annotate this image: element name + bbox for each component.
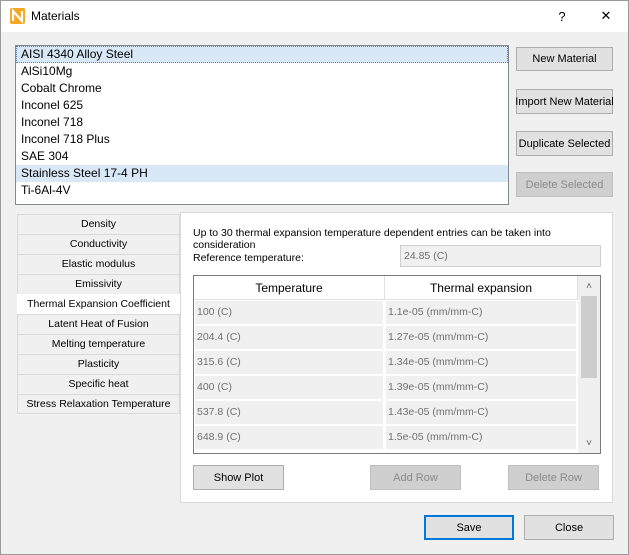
expansion-cell[interactable]: 1.5e-05 (mm/mm-C) [385,425,578,450]
show-plot-button[interactable]: Show Plot [193,465,284,490]
table-body: 100 (C) 1.1e-05 (mm/mm-C) 204.4 (C) 1.27… [194,300,578,450]
table-scrollbar[interactable]: ˄ ˅ [578,276,600,453]
table-row: 400 (C) 1.39e-05 (mm/mm-C) [194,375,578,400]
close-window-button[interactable]: ✕ [584,1,628,31]
help-button[interactable]: ? [540,1,584,31]
temperature-cell[interactable]: 537.8 (C) [194,400,385,425]
column-header-thermal-expansion[interactable]: Thermal expansion [385,276,578,300]
column-header-temperature[interactable]: Temperature [194,276,385,300]
reference-temperature-field[interactable]: 24.85 (C) [400,245,601,267]
temperature-cell[interactable]: 648.9 (C) [194,425,385,450]
material-item[interactable]: SAE 304 [16,148,508,165]
scroll-thumb[interactable] [581,296,597,378]
thermal-expansion-panel: Up to 30 thermal expansion temperature d… [180,212,613,503]
material-item[interactable]: AlSi10Mg [16,63,508,80]
temperature-cell[interactable]: 315.6 (C) [194,350,385,375]
new-material-button[interactable]: New Material [516,47,613,71]
app-logo-icon [10,8,25,24]
property-list: Density Conductivity Elastic modulus Emi… [17,214,180,414]
temperature-cell[interactable]: 400 (C) [194,375,385,400]
material-item[interactable]: Inconel 625 [16,97,508,114]
property-tab-elastic-modulus[interactable]: Elastic modulus [17,254,180,274]
property-tab-stress-relaxation[interactable]: Stress Relaxation Temperature [17,394,180,414]
add-row-button[interactable]: Add Row [370,465,461,490]
save-button[interactable]: Save [424,515,514,540]
property-tab-density[interactable]: Density [17,214,180,234]
scroll-down-arrow-icon[interactable]: ˅ [578,435,600,452]
property-tab-thermal-expansion[interactable]: Thermal Expansion Coefficient [17,294,180,314]
material-list[interactable]: AISI 4340 Alloy Steel AlSi10Mg Cobalt Ch… [15,45,509,205]
expansion-cell[interactable]: 1.1e-05 (mm/mm-C) [385,300,578,325]
table-row: 648.9 (C) 1.5e-05 (mm/mm-C) [194,425,578,450]
expansion-cell[interactable]: 1.43e-05 (mm/mm-C) [385,400,578,425]
material-item[interactable]: AISI 4340 Alloy Steel [16,46,508,63]
close-button[interactable]: Close [524,515,614,540]
import-material-button[interactable]: Import New Material [515,89,614,114]
reference-temperature-label: Reference temperature: [193,252,304,264]
thermal-expansion-table: Temperature Thermal expansion 100 (C) 1.… [193,275,601,454]
property-tab-specific-heat[interactable]: Specific heat [17,374,180,394]
material-item[interactable]: Ti-6Al-4V [16,182,508,199]
material-item[interactable]: Inconel 718 Plus [16,131,508,148]
table-row: 315.6 (C) 1.34e-05 (mm/mm-C) [194,350,578,375]
material-item[interactable]: Inconel 718 [16,114,508,131]
property-tab-melting-temperature[interactable]: Melting temperature [17,334,180,354]
table-row: 204.4 (C) 1.27e-05 (mm/mm-C) [194,325,578,350]
window-title: Materials [31,9,80,23]
property-tab-emissivity[interactable]: Emissivity [17,274,180,294]
expansion-cell[interactable]: 1.27e-05 (mm/mm-C) [385,325,578,350]
temperature-cell[interactable]: 204.4 (C) [194,325,385,350]
expansion-cell[interactable]: 1.39e-05 (mm/mm-C) [385,375,578,400]
table-row: 100 (C) 1.1e-05 (mm/mm-C) [194,300,578,325]
scroll-up-arrow-icon[interactable]: ˄ [578,278,600,295]
material-item[interactable]: Cobalt Chrome [16,80,508,97]
table-row: 537.8 (C) 1.43e-05 (mm/mm-C) [194,400,578,425]
duplicate-selected-button[interactable]: Duplicate Selected [516,131,613,156]
property-tab-plasticity[interactable]: Plasticity [17,354,180,374]
property-tab-conductivity[interactable]: Conductivity [17,234,180,254]
delete-row-button[interactable]: Delete Row [508,465,599,490]
expansion-cell[interactable]: 1.34e-05 (mm/mm-C) [385,350,578,375]
delete-selected-button[interactable]: Delete Selected [516,172,613,197]
table-header: Temperature Thermal expansion [194,276,578,300]
title-bar: Materials ? ✕ [1,1,628,32]
temperature-cell[interactable]: 100 (C) [194,300,385,325]
material-item[interactable]: Stainless Steel 17-4 PH [16,165,508,182]
property-tab-latent-heat[interactable]: Latent Heat of Fusion [17,314,180,334]
materials-dialog: Materials ? ✕ AISI 4340 Alloy Steel AlSi… [0,0,629,555]
